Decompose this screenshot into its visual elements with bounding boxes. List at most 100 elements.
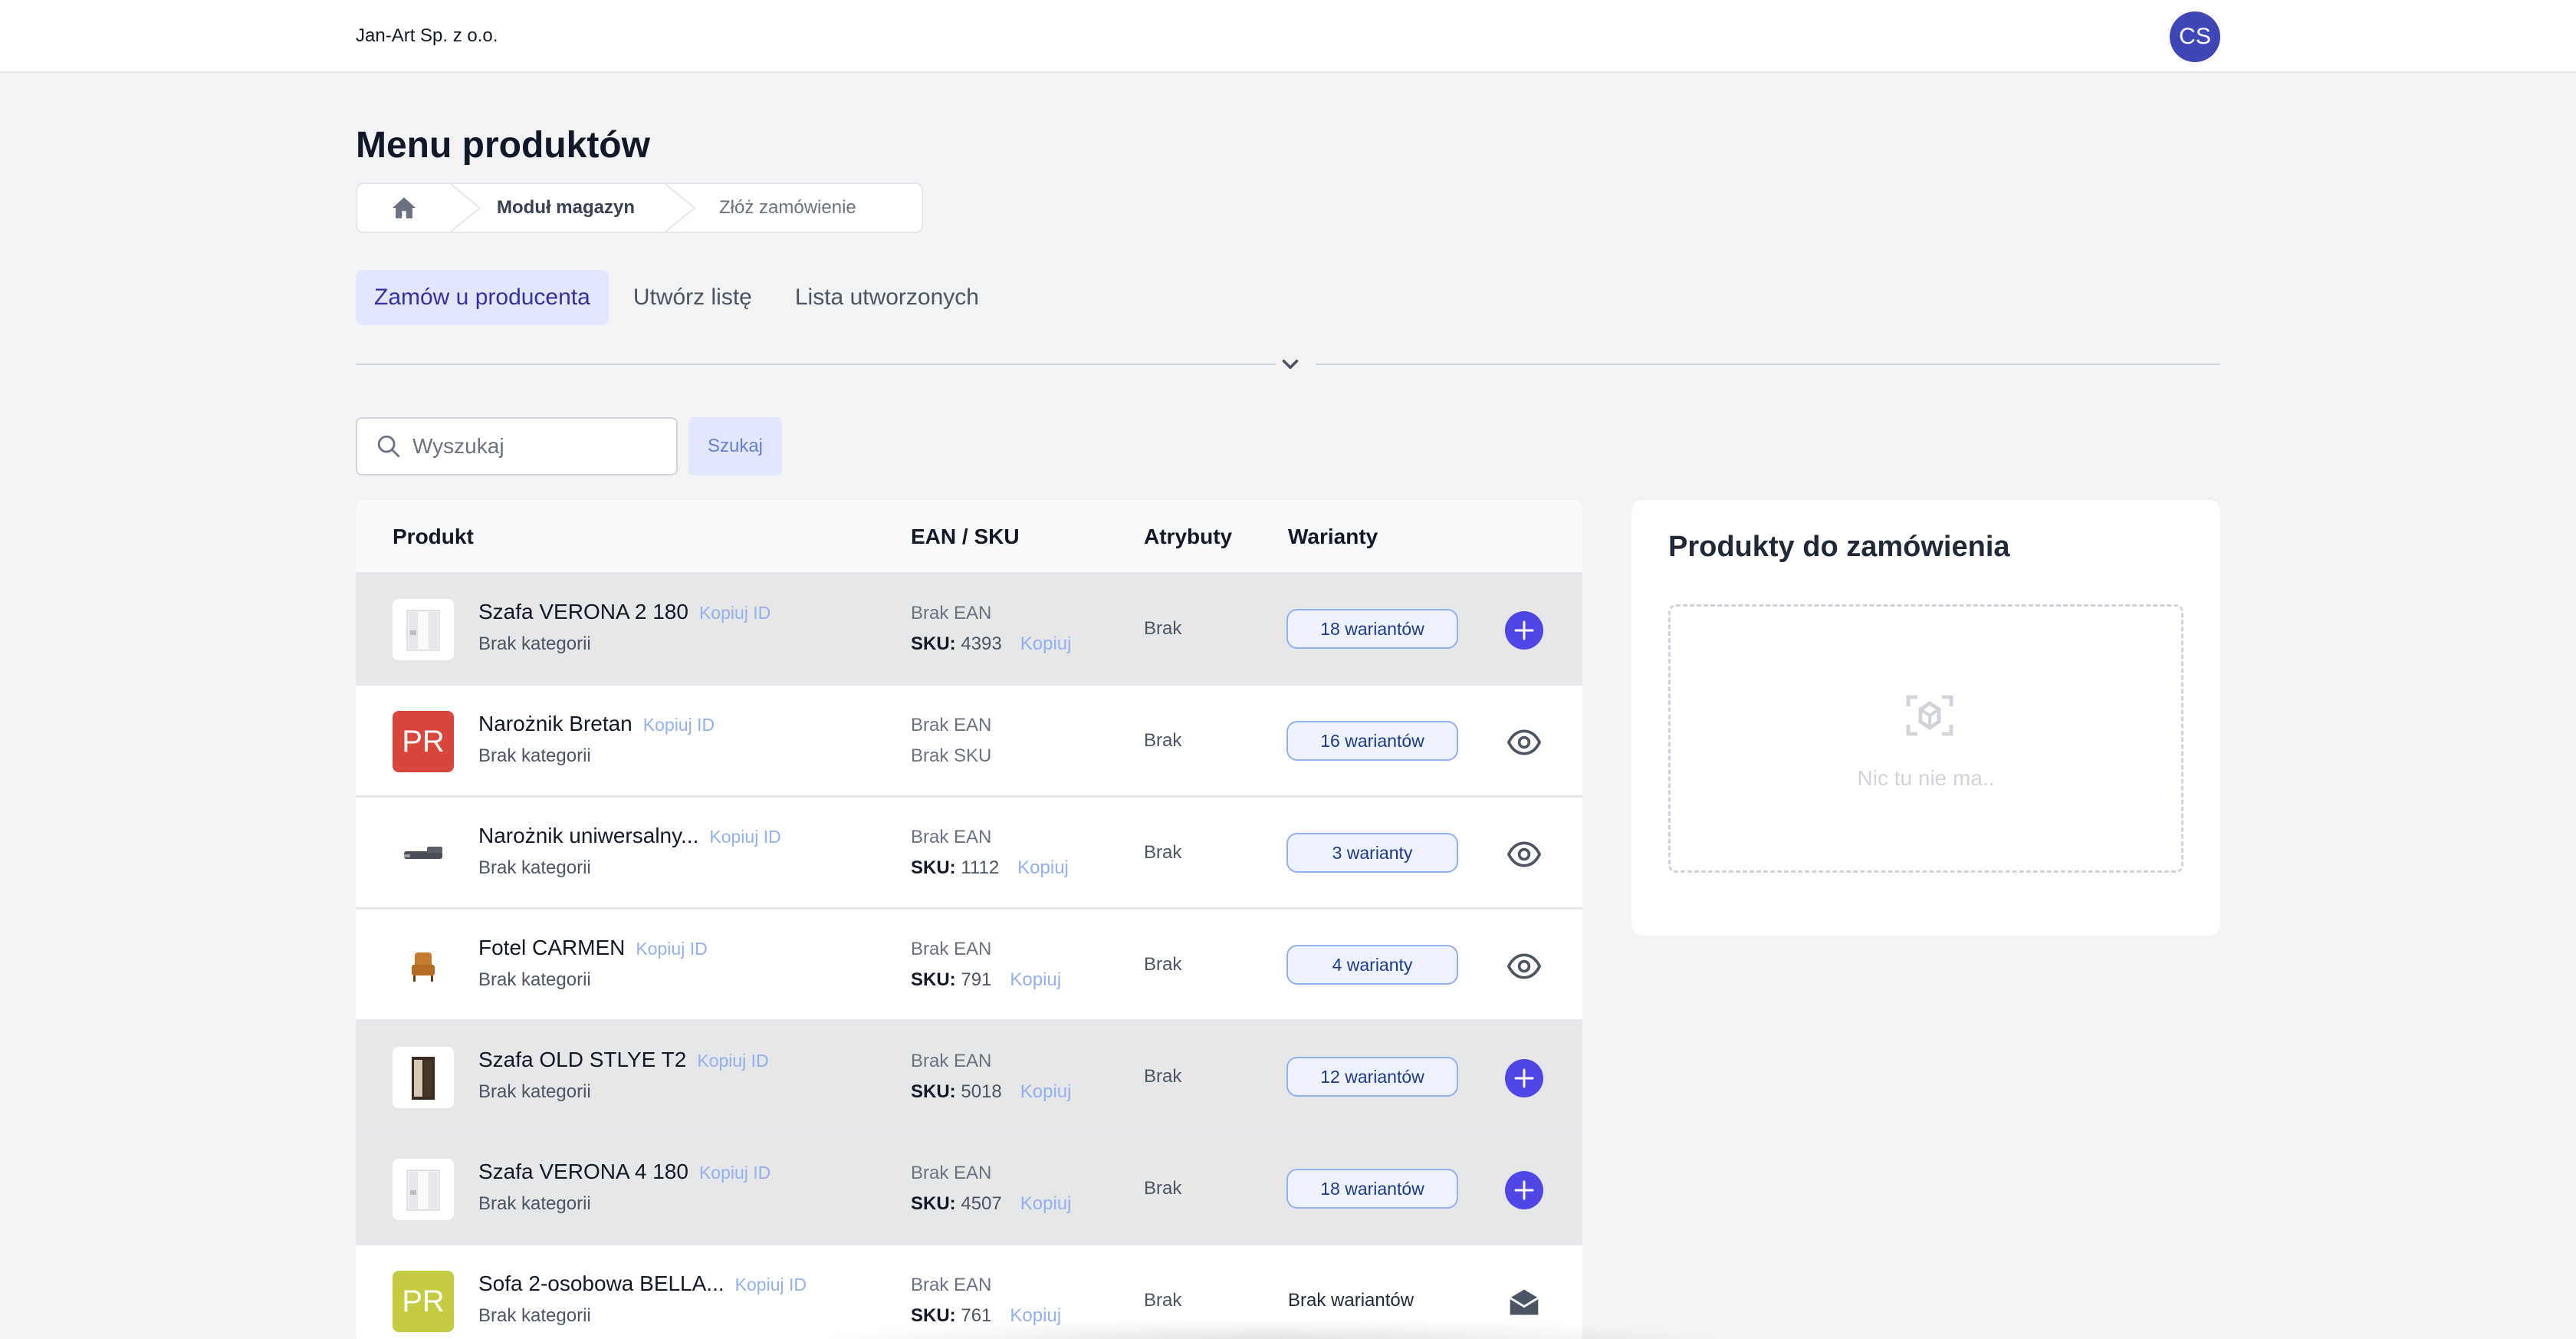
product-thumbnail xyxy=(393,935,454,996)
copy-id-link[interactable]: Kopiuj ID xyxy=(735,1275,807,1295)
copy-id-link[interactable]: Kopiuj ID xyxy=(709,827,780,847)
attributes-value: Brak xyxy=(1144,1290,1182,1311)
table-row[interactable]: Szafa VERONA 2 180 Kopiuj ID Brak kategor… xyxy=(356,574,1582,686)
tab-create-list[interactable]: Utwórz listę xyxy=(615,270,770,325)
product-thumbnail xyxy=(393,823,454,884)
product-name: Szafa VERONA 2 180 Kopiuj ID xyxy=(478,600,771,623)
search-box xyxy=(356,417,678,475)
copy-sku-link[interactable]: Kopiuj xyxy=(1017,857,1069,878)
open-button[interactable] xyxy=(1504,1282,1544,1322)
variants-badge[interactable]: 18 wariantów xyxy=(1286,1169,1458,1209)
attributes-value: Brak xyxy=(1144,842,1182,863)
copy-id-link[interactable]: Kopiuj ID xyxy=(636,939,707,959)
add-button[interactable] xyxy=(1504,610,1544,650)
tab-created-lists[interactable]: Lista utworzonych xyxy=(777,270,997,325)
breadcrumb-home[interactable] xyxy=(357,184,451,232)
product-name: Szafa VERONA 4 180 Kopiuj ID xyxy=(478,1160,771,1183)
ean-value: Brak EAN xyxy=(911,939,992,959)
variants-badge[interactable]: 18 wariantów xyxy=(1286,609,1458,649)
copy-id-link[interactable]: Kopiuj ID xyxy=(699,1163,770,1183)
attributes-value: Brak xyxy=(1144,954,1182,975)
product-category: Brak kategorii xyxy=(478,745,591,766)
breadcrumb-item-warehouse[interactable]: Moduł magazyn xyxy=(481,184,665,232)
product-category: Brak kategorii xyxy=(478,1305,591,1326)
view-button[interactable] xyxy=(1504,722,1544,762)
breadcrumb-separator xyxy=(665,184,696,232)
empty-box-icon xyxy=(1906,695,1953,736)
sku-value: SKU: 4393 Kopiuj xyxy=(911,633,1072,654)
copy-sku-link[interactable]: Kopiuj xyxy=(1020,1193,1072,1214)
breadcrumb-separator xyxy=(451,184,481,232)
top-bar: Jan-Art Sp. z o.o. CS xyxy=(0,0,2576,73)
add-button[interactable] xyxy=(1504,1058,1544,1098)
ean-value: Brak EAN xyxy=(911,603,992,623)
copy-id-link[interactable]: Kopiuj ID xyxy=(699,603,770,623)
attributes-value: Brak xyxy=(1144,1178,1182,1199)
plus-icon xyxy=(1505,1171,1543,1209)
table-row[interactable]: Fotel CARMEN Kopiuj ID Brak kategorii Bra… xyxy=(356,910,1582,1022)
avatar[interactable]: CS xyxy=(2170,12,2220,62)
product-name: Sofa 2-osobowa BELLA... Kopiuj ID xyxy=(478,1272,807,1295)
sku-value: SKU: 1112 Kopiuj xyxy=(911,857,1069,878)
breadcrumb: Moduł magazyn Złóż zamówienie xyxy=(356,183,923,233)
sku-value: SKU: 791 Kopiuj xyxy=(911,969,1062,990)
sku-value: Brak SKU xyxy=(911,745,992,766)
page-title: Menu produktów xyxy=(356,125,650,166)
search-icon xyxy=(377,435,400,458)
variants-badge[interactable]: 3 warianty xyxy=(1286,833,1458,873)
copy-id-link[interactable]: Kopiuj ID xyxy=(697,1051,768,1071)
ean-value: Brak EAN xyxy=(911,1163,992,1183)
copy-sku-link[interactable]: Kopiuj xyxy=(1020,1081,1072,1102)
add-button[interactable] xyxy=(1504,1170,1544,1210)
view-button[interactable] xyxy=(1504,946,1544,986)
search-input[interactable] xyxy=(412,434,658,459)
variants-badge[interactable]: 4 warianty xyxy=(1286,945,1458,985)
attributes-value: Brak xyxy=(1144,1066,1182,1087)
attributes-value: Brak xyxy=(1144,618,1182,639)
sku-value: SKU: 5018 Kopiuj xyxy=(911,1081,1072,1102)
plus-icon xyxy=(1505,611,1543,650)
company-name: Jan-Art Sp. z o.o. xyxy=(356,25,498,46)
tab-order-from-producer[interactable]: Zamów u producenta xyxy=(356,270,609,325)
order-panel-title: Produkty do zamówienia xyxy=(1668,531,2010,563)
table-row[interactable]: Narożnik uniwersalny... Kopiuj ID Brak ka… xyxy=(356,798,1582,910)
product-category: Brak kategorii xyxy=(478,1193,591,1214)
eye-icon xyxy=(1507,729,1541,755)
copy-sku-link[interactable]: Kopiuj xyxy=(1020,633,1072,654)
sku-value: SKU: 4507 Kopiuj xyxy=(911,1193,1072,1214)
copy-sku-link[interactable]: Kopiuj xyxy=(1010,969,1061,990)
eye-icon xyxy=(1507,841,1541,867)
table-row[interactable]: Szafa OLD STLYE T2 Kopiuj ID Brak kategor… xyxy=(356,1022,1582,1133)
column-header-ean-sku: EAN / SKU xyxy=(911,525,1020,548)
product-category: Brak kategorii xyxy=(478,969,591,990)
scroll-shadow xyxy=(813,1319,1733,1339)
view-button[interactable] xyxy=(1504,834,1544,874)
ean-value: Brak EAN xyxy=(911,1051,992,1071)
table-row[interactable]: PR Narożnik Bretan Kopiuj ID Brak kategor… xyxy=(356,686,1582,798)
variants-badge[interactable]: 12 wariantów xyxy=(1286,1057,1458,1097)
table-header: Produkt EAN / SKU Atrybuty Warianty xyxy=(356,500,1582,574)
chevron-down-icon[interactable] xyxy=(1277,351,1303,377)
tabs: Zamów u producenta Utwórz listę Lista ut… xyxy=(356,270,1004,325)
divider xyxy=(1316,364,2220,365)
breadcrumb-item-order[interactable]: Złóż zamówienie xyxy=(696,184,872,232)
copy-id-link[interactable]: Kopiuj ID xyxy=(643,715,715,735)
empty-state: Nic tu nie ma.. xyxy=(1668,604,2183,873)
product-thumbnail xyxy=(393,1159,454,1220)
variants-badge[interactable]: 16 wariantów xyxy=(1286,721,1458,761)
divider xyxy=(356,364,1276,365)
ean-value: Brak EAN xyxy=(911,715,992,735)
product-category: Brak kategorii xyxy=(478,633,591,654)
column-header-attributes: Atrybuty xyxy=(1144,525,1233,548)
product-name: Narożnik uniwersalny... Kopiuj ID xyxy=(478,824,781,847)
product-thumbnail-placeholder: PR xyxy=(393,711,454,772)
eye-icon xyxy=(1507,953,1541,979)
table-row[interactable]: Szafa VERONA 4 180 Kopiuj ID Brak kategor… xyxy=(356,1133,1582,1245)
product-name: Szafa OLD STLYE T2 Kopiuj ID xyxy=(478,1048,769,1071)
product-thumbnail xyxy=(393,1047,454,1108)
column-header-product: Produkt xyxy=(393,525,474,548)
empty-state-text: Nic tu nie ma.. xyxy=(1857,766,1995,790)
product-category: Brak kategorii xyxy=(478,857,591,878)
search-button[interactable]: Szukaj xyxy=(688,417,782,475)
column-header-variants: Warianty xyxy=(1288,525,1378,548)
